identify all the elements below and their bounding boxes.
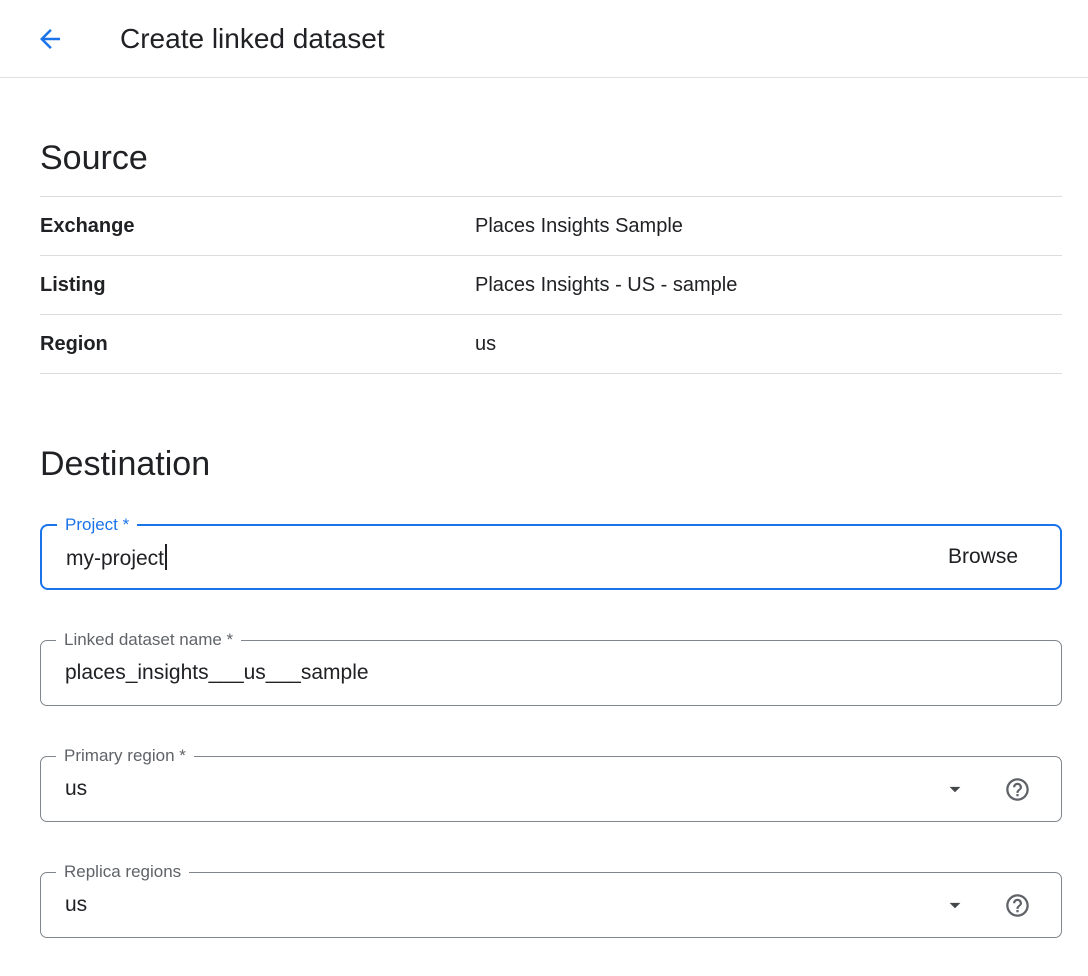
- row-value-listing: Places Insights - US - sample: [475, 274, 737, 297]
- project-field-label: Project *: [57, 515, 137, 535]
- help-icon[interactable]: [1004, 892, 1031, 919]
- back-arrow-icon: [35, 24, 65, 54]
- back-button[interactable]: [35, 24, 65, 54]
- dropdown-caret-icon[interactable]: [942, 776, 968, 802]
- primary-region-field[interactable]: Primary region * us: [40, 756, 1062, 822]
- dropdown-caret-icon[interactable]: [942, 892, 968, 918]
- row-value-exchange: Places Insights Sample: [475, 215, 683, 238]
- primary-region-label: Primary region *: [56, 746, 194, 766]
- page-title: Create linked dataset: [120, 23, 385, 55]
- project-input-value: my-project: [66, 547, 164, 570]
- linked-dataset-name-input[interactable]: places_insights___us___sample: [65, 661, 1031, 685]
- page-header: Create linked dataset: [0, 0, 1088, 78]
- row-label-listing: Listing: [40, 274, 475, 297]
- text-cursor: [165, 544, 167, 570]
- replica-regions-select[interactable]: us: [65, 893, 942, 917]
- browse-button[interactable]: Browse: [948, 545, 1030, 569]
- row-label-region: Region: [40, 333, 475, 356]
- replica-regions-field[interactable]: Replica regions us: [40, 872, 1062, 938]
- help-icon[interactable]: [1004, 776, 1031, 803]
- destination-section-heading: Destination: [40, 444, 1062, 484]
- source-section-heading: Source: [40, 138, 1062, 197]
- row-label-exchange: Exchange: [40, 215, 475, 238]
- table-row: Region us: [40, 315, 1062, 374]
- project-input[interactable]: my-project: [66, 544, 948, 571]
- linked-dataset-name-field[interactable]: Linked dataset name * places_insights___…: [40, 640, 1062, 706]
- table-row: Exchange Places Insights Sample: [40, 197, 1062, 256]
- project-field[interactable]: Project * my-project Browse: [40, 524, 1062, 590]
- source-table: Exchange Places Insights Sample Listing …: [40, 197, 1062, 374]
- main-content: Source Exchange Places Insights Sample L…: [0, 138, 1088, 938]
- replica-regions-label: Replica regions: [56, 862, 189, 882]
- primary-region-select[interactable]: us: [65, 777, 942, 801]
- table-row: Listing Places Insights - US - sample: [40, 256, 1062, 315]
- row-value-region: us: [475, 333, 496, 356]
- create-linked-dataset-page: Create linked dataset Source Exchange Pl…: [0, 0, 1088, 976]
- linked-dataset-name-label: Linked dataset name *: [56, 630, 241, 650]
